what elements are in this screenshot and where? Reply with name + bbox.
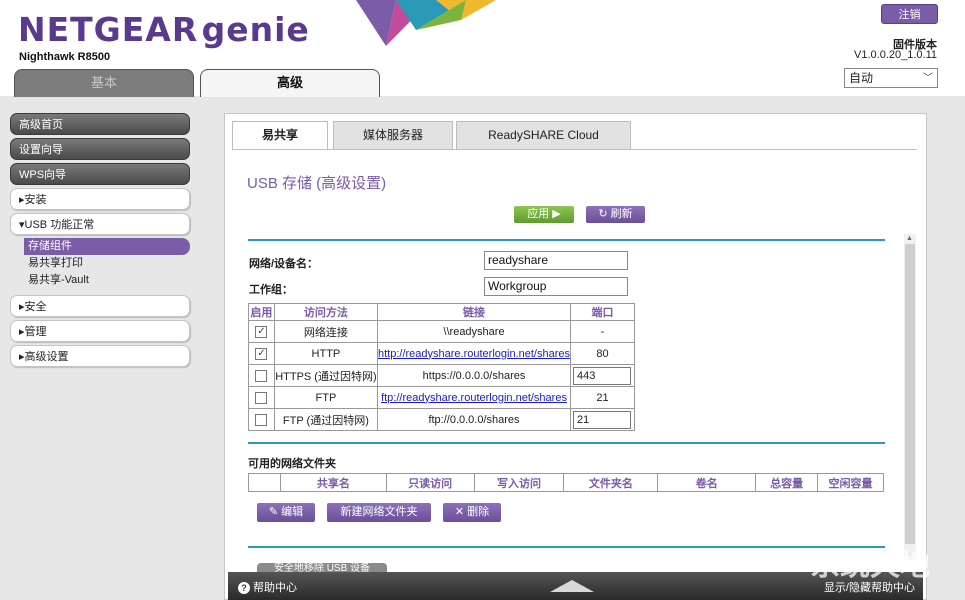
refresh-button[interactable]: ↻ 刷新: [586, 206, 645, 223]
sidebar-item-security[interactable]: ▸安全: [10, 295, 190, 317]
tab-readyshare-cloud[interactable]: ReadySHARE Cloud: [456, 121, 631, 149]
enable-checkbox[interactable]: [255, 413, 268, 426]
sidebar-item-administration[interactable]: ▸管理: [10, 320, 190, 342]
port-cell: 80: [570, 342, 635, 365]
col-folder-name: 文件夹名: [563, 473, 659, 492]
apply-button[interactable]: 应用 ▶: [514, 206, 574, 223]
sidebar-item-setup-wizard[interactable]: 设置向导: [10, 138, 190, 160]
device-name-label: 网络/设备名：: [249, 258, 319, 270]
delete-label: 删除: [467, 506, 490, 518]
port-cell: 21: [570, 386, 635, 409]
enable-checkbox[interactable]: ✓: [255, 347, 268, 360]
tab-readyshare[interactable]: 易共享: [232, 121, 328, 150]
col-free-space: 空闲容量: [817, 473, 884, 492]
tab-advanced[interactable]: 高级: [200, 69, 380, 97]
section-divider: [248, 546, 885, 548]
decorative-triangles: [356, 0, 496, 46]
usb-submenu: 存储组件 易共享打印 易共享-Vault: [24, 238, 190, 289]
method-cell: HTTP: [273, 342, 379, 365]
delete-button[interactable]: ✕ 删除: [443, 503, 501, 522]
language-value: 自动: [849, 71, 874, 85]
brand-suffix: genie: [201, 10, 310, 49]
pencil-icon: ✎: [268, 506, 282, 518]
col-write-access: 写入访问: [473, 473, 565, 492]
tab-divider: [232, 149, 917, 150]
sidebar-item-usb[interactable]: ▾USB 功能正常: [10, 213, 190, 235]
col-enable: 启用: [248, 303, 275, 321]
firmware-version: V1.0.0.20_1.0.11: [854, 49, 937, 61]
sidebar-item-readyshare-vault[interactable]: 易共享-Vault: [24, 272, 190, 289]
enable-checkbox[interactable]: [255, 369, 268, 382]
device-name-input[interactable]: readyshare: [484, 251, 628, 270]
sidebar-item-advanced-home[interactable]: 高级首页: [10, 113, 190, 135]
http-link[interactable]: http://readyshare.routerlogin.net/shares: [378, 348, 570, 360]
main-panel: 易共享 媒体服务器 ReadySHARE Cloud USB 存储 (高级设置)…: [224, 113, 927, 600]
help-icon: ?: [238, 582, 250, 594]
col-method: 访问方法: [273, 303, 379, 321]
help-center-label: 帮助中心: [253, 582, 297, 594]
sidebar-item-storage[interactable]: 存储组件: [24, 238, 190, 255]
help-center-toggle[interactable]: ? 帮助中心: [238, 579, 297, 595]
enable-checkbox[interactable]: [255, 391, 268, 404]
sidebar-item-readyshare-printer[interactable]: 易共享打印: [24, 255, 190, 272]
ftp-link[interactable]: ftp://readyshare.routerlogin.net/shares: [381, 392, 567, 404]
edit-label: 编辑: [281, 506, 304, 518]
col-link: 链接: [376, 303, 572, 321]
watermark: 系统天地: [810, 549, 930, 582]
router-model: Nighthawk R8500: [19, 51, 111, 63]
port-cell: -: [570, 320, 635, 343]
section-divider: [248, 442, 885, 444]
scroll-up-icon[interactable]: ▲: [906, 235, 913, 242]
col-select: [248, 473, 281, 492]
sidebar: 高级首页 设置向导 WPS向导 ▸安装 ▾USB 功能正常 存储组件 易共享打印…: [10, 113, 190, 370]
network-folders-table: 共享名 只读访问 写入访问 文件夹名 卷名 总容量 空闲容量: [248, 473, 884, 492]
page-title: USB 存储 (高级设置): [247, 175, 387, 192]
col-volume-name: 卷名: [657, 473, 757, 492]
edit-button[interactable]: ✎ 编辑: [257, 503, 315, 522]
table-row: ✓ 网络连接 \\readyshare -: [248, 320, 635, 343]
close-icon: ✕: [454, 506, 468, 518]
sidebar-item-setup[interactable]: ▸安装: [10, 188, 190, 210]
port-input[interactable]: 21: [573, 410, 632, 429]
link-cell: https://0.0.0.0/shares: [376, 364, 572, 387]
table-header: 共享名 只读访问 写入访问 文件夹名 卷名 总容量 空闲容量: [248, 473, 884, 492]
enable-checkbox[interactable]: ✓: [255, 325, 268, 338]
sidebar-item-wps-wizard[interactable]: WPS向导: [10, 163, 190, 185]
section-divider: [248, 239, 885, 241]
link-cell: \\readyshare: [376, 320, 572, 343]
workgroup-label: 工作组：: [249, 284, 293, 296]
access-method-table: 启用 访问方法 链接 端口 ✓ 网络连接 \\readyshare - ✓ HT…: [248, 303, 635, 431]
scrollbar[interactable]: ▲: [904, 234, 916, 560]
method-cell: FTP: [273, 386, 379, 409]
table-row: HTTPS (通过因特网) https://0.0.0.0/shares 443: [248, 364, 635, 387]
table-row: ✓ HTTP http://readyshare.routerlogin.net…: [248, 342, 635, 365]
tab-media-server[interactable]: 媒体服务器: [333, 121, 453, 149]
refresh-icon: ↻: [598, 208, 611, 220]
refresh-label: 刷新: [610, 208, 633, 220]
table-header: 启用 访问方法 链接 端口: [248, 303, 635, 321]
port-input[interactable]: 443: [573, 366, 632, 385]
netgear-logo: NETGEAR genie: [18, 10, 310, 49]
workgroup-input[interactable]: Workgroup: [484, 277, 628, 296]
new-folder-button[interactable]: 新建网络文件夹: [327, 503, 431, 522]
col-port: 端口: [570, 303, 635, 321]
method-cell: HTTPS (通过因特网): [273, 364, 379, 387]
tab-basic[interactable]: 基本: [14, 69, 194, 97]
col-share-name: 共享名: [279, 473, 387, 492]
logout-button[interactable]: 注销: [881, 4, 938, 24]
table-row: FTP ftp://readyshare.routerlogin.net/sha…: [248, 386, 635, 409]
sidebar-item-advanced-setup[interactable]: ▸高级设置: [10, 345, 190, 367]
expand-help-icon[interactable]: [550, 580, 594, 592]
folders-label: 可用的网络文件夹: [248, 458, 336, 470]
method-cell: FTP (通过因特网): [273, 408, 379, 431]
table-row: FTP (通过因特网) ftp://0.0.0.0/shares 21: [248, 408, 635, 431]
scroll-thumb[interactable]: [905, 244, 915, 544]
chevron-down-icon: ﹀: [923, 73, 933, 84]
language-select[interactable]: 自动 ﹀: [844, 68, 938, 88]
method-cell: 网络连接: [273, 320, 379, 343]
col-read-access: 只读访问: [385, 473, 475, 492]
link-cell: ftp://0.0.0.0/shares: [376, 408, 572, 431]
brand-name: NETGEAR: [18, 10, 199, 49]
col-total-space: 总容量: [755, 473, 819, 492]
